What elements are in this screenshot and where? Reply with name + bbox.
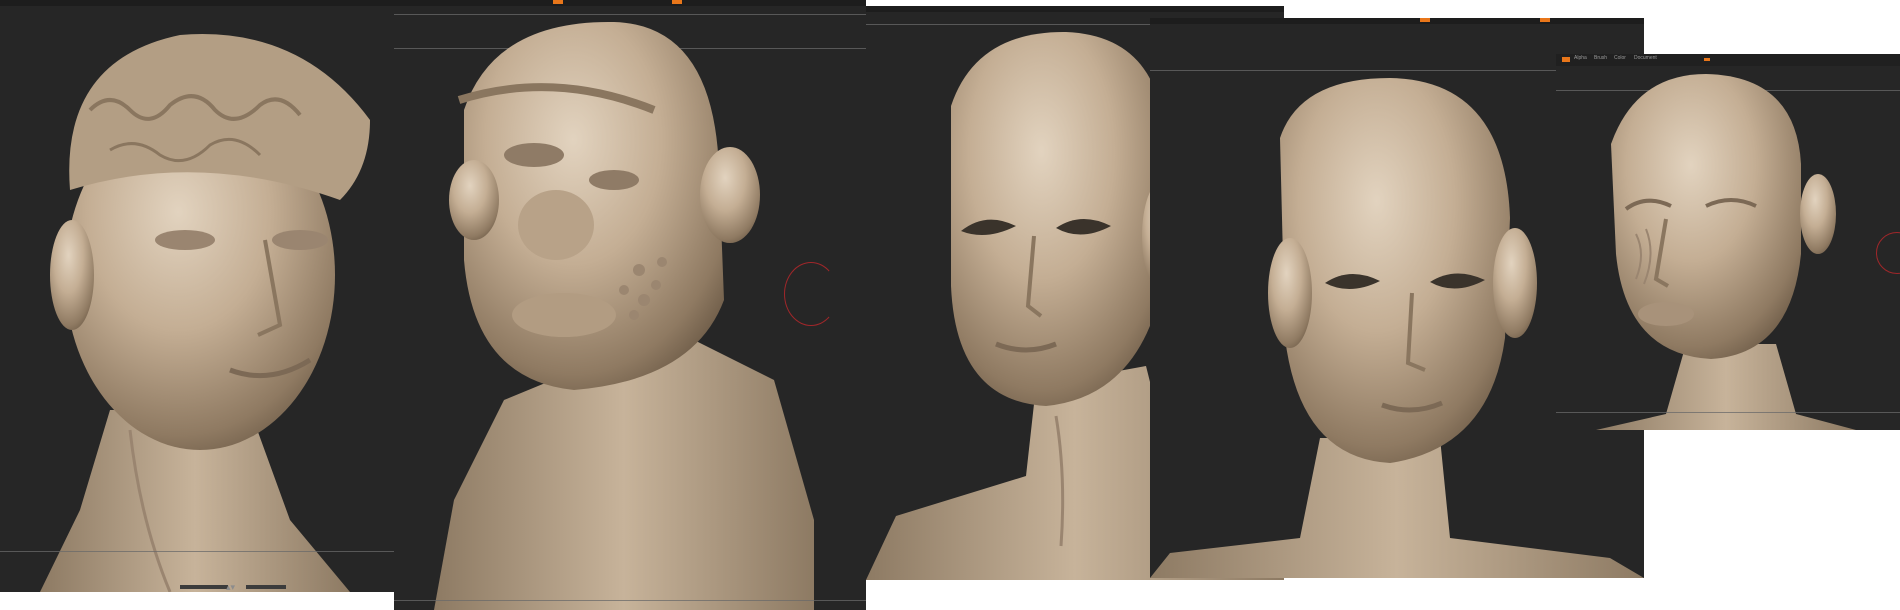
viewport-guide-line <box>0 551 394 552</box>
viewport-guide-line <box>394 600 866 601</box>
sculpt-bust-5[interactable] <box>1556 54 1900 430</box>
up-down-arrows-icon[interactable]: ▴▾ <box>226 583 235 592</box>
scroll-thumb[interactable] <box>180 585 228 589</box>
sculpt-bust-1[interactable] <box>0 0 394 592</box>
scroll-thumb[interactable] <box>246 585 286 589</box>
rotate-gizmo-icon[interactable] <box>784 262 838 326</box>
viewport-panel-2[interactable] <box>394 0 866 610</box>
viewport-guide-line <box>1556 412 1900 413</box>
viewport-panel-1[interactable]: ▴▾ <box>0 0 394 592</box>
viewport-panel-5[interactable]: Alpha Brush Color Document <box>1556 54 1900 430</box>
